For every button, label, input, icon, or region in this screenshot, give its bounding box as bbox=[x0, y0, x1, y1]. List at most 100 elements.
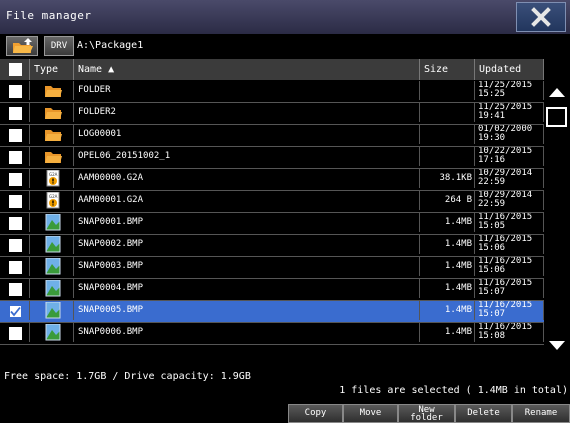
row-checkbox[interactable] bbox=[9, 151, 22, 164]
table-row[interactable]: SNAP0003.BMP 1.4MB 11/16/2015 15:06 bbox=[0, 257, 544, 279]
close-button[interactable] bbox=[516, 2, 566, 32]
delete-button[interactable]: Delete bbox=[455, 404, 512, 423]
bmp-file-icon bbox=[44, 279, 62, 297]
row-updated: 11/16/2015 15:08 bbox=[475, 323, 544, 342]
row-size bbox=[420, 125, 475, 144]
row-size bbox=[420, 103, 475, 122]
row-name: SNAP0005.BMP bbox=[74, 301, 420, 320]
select-all-checkbox[interactable] bbox=[9, 63, 22, 76]
header-name[interactable]: Name ▲ bbox=[74, 59, 420, 80]
header-updated[interactable]: Updated bbox=[475, 59, 544, 80]
row-type-cell bbox=[30, 323, 74, 342]
folder-icon bbox=[44, 82, 62, 99]
close-icon bbox=[531, 7, 551, 27]
table-row[interactable]: SNAP0001.BMP 1.4MB 11/16/2015 15:05 bbox=[0, 213, 544, 235]
svg-text:G2A: G2A bbox=[49, 194, 58, 199]
parent-folder-button[interactable] bbox=[6, 36, 38, 56]
arrow-up-icon bbox=[549, 88, 565, 97]
scroll-down-button[interactable] bbox=[545, 335, 569, 357]
row-checkbox[interactable] bbox=[9, 239, 22, 252]
row-checkbox[interactable] bbox=[9, 85, 22, 98]
row-name: FOLDER2 bbox=[74, 103, 420, 122]
row-select-cell[interactable] bbox=[0, 103, 30, 122]
table-row[interactable]: FOLDER2 11/25/2015 19:41 bbox=[0, 103, 544, 125]
bmp-file-icon bbox=[44, 235, 62, 253]
move-button[interactable]: Move bbox=[343, 404, 398, 423]
bmp-file-icon bbox=[44, 301, 62, 319]
row-select-cell[interactable] bbox=[0, 323, 30, 342]
row-name: AAM00001.G2A bbox=[74, 191, 420, 210]
table-row[interactable]: G2A AAM00000.G2A 38.1KB 10/29/2014 22:59 bbox=[0, 169, 544, 191]
row-checkbox[interactable] bbox=[9, 261, 22, 274]
row-type-cell: G2A bbox=[30, 191, 74, 210]
table-row[interactable]: SNAP0004.BMP 1.4MB 11/16/2015 15:07 bbox=[0, 279, 544, 301]
new-folder-label-line2: folder bbox=[410, 413, 443, 423]
rename-button[interactable]: Rename bbox=[512, 404, 570, 423]
table-row[interactable]: LOG00001 01/02/2000 19:30 bbox=[0, 125, 544, 147]
current-path: A:\Package1 bbox=[77, 40, 144, 51]
row-select-cell[interactable] bbox=[0, 257, 30, 276]
row-select-cell[interactable] bbox=[0, 279, 30, 298]
table-row[interactable]: SNAP0005.BMP 1.4MB 11/16/2015 15:07 bbox=[0, 301, 544, 323]
svg-text:G2A: G2A bbox=[49, 172, 58, 177]
row-select-cell[interactable] bbox=[0, 125, 30, 144]
row-updated: 11/25/2015 15:25 bbox=[475, 81, 544, 100]
row-name: OPEL06_20151002_1 bbox=[74, 147, 420, 166]
row-name: SNAP0003.BMP bbox=[74, 257, 420, 276]
row-updated: 10/29/2014 22:59 bbox=[475, 191, 544, 210]
free-space-status: Free space: 1.7GB / Drive capacity: 1.9G… bbox=[4, 371, 251, 382]
row-updated: 10/29/2014 22:59 bbox=[475, 169, 544, 188]
row-checkbox[interactable] bbox=[9, 107, 22, 120]
row-updated: 11/16/2015 15:07 bbox=[475, 279, 544, 298]
row-checkbox[interactable] bbox=[9, 195, 22, 208]
bmp-file-icon bbox=[44, 323, 62, 341]
copy-button[interactable]: Copy bbox=[288, 404, 343, 423]
table-row[interactable]: OPEL06_20151002_1 10/22/2015 17:16 bbox=[0, 147, 544, 169]
row-select-cell[interactable] bbox=[0, 235, 30, 254]
row-updated-time: 15:25 bbox=[478, 89, 506, 99]
row-updated-time: 17:16 bbox=[478, 155, 506, 165]
drive-button[interactable]: DRV bbox=[44, 36, 74, 56]
header-select-all[interactable] bbox=[0, 59, 30, 80]
row-type-cell: G2A bbox=[30, 169, 74, 188]
row-name: SNAP0006.BMP bbox=[74, 323, 420, 342]
row-checkbox[interactable] bbox=[9, 283, 22, 296]
header-type[interactable]: Type bbox=[30, 59, 74, 80]
new-folder-button[interactable]: New folder bbox=[398, 404, 455, 423]
row-select-cell[interactable] bbox=[0, 81, 30, 100]
row-select-cell[interactable] bbox=[0, 301, 30, 320]
row-size: 1.4MB bbox=[420, 323, 475, 342]
selection-status: 1 files are selected ( 1.4MB in total) bbox=[339, 385, 568, 396]
row-select-cell[interactable] bbox=[0, 191, 30, 210]
row-updated: 10/22/2015 17:16 bbox=[475, 147, 544, 166]
checkmark-icon bbox=[10, 306, 21, 317]
row-select-cell[interactable] bbox=[0, 213, 30, 232]
row-size: 38.1KB bbox=[420, 169, 475, 188]
row-select-cell[interactable] bbox=[0, 169, 30, 188]
g2a-file-icon: G2A bbox=[44, 169, 62, 187]
row-select-cell[interactable] bbox=[0, 147, 30, 166]
row-checkbox[interactable] bbox=[9, 217, 22, 230]
table-row[interactable]: FOLDER 11/25/2015 15:25 bbox=[0, 81, 544, 103]
scroll-thumb[interactable] bbox=[546, 107, 567, 127]
row-updated-time: 15:08 bbox=[478, 331, 506, 341]
folder-icon bbox=[44, 104, 62, 121]
row-checkbox[interactable] bbox=[9, 129, 22, 142]
row-checkbox[interactable] bbox=[9, 327, 22, 340]
row-type-cell bbox=[30, 257, 74, 276]
row-checkbox[interactable] bbox=[9, 305, 22, 318]
title-bar: File manager bbox=[0, 0, 570, 34]
row-type-cell bbox=[30, 81, 74, 100]
row-updated: 11/16/2015 15:05 bbox=[475, 213, 544, 232]
row-type-cell bbox=[30, 147, 74, 166]
row-type-cell bbox=[30, 213, 74, 232]
scroll-up-button[interactable] bbox=[545, 81, 569, 103]
row-checkbox[interactable] bbox=[9, 173, 22, 186]
row-size: 1.4MB bbox=[420, 213, 475, 232]
g2a-file-icon: G2A bbox=[44, 191, 62, 209]
folder-icon bbox=[44, 126, 62, 143]
table-row[interactable]: SNAP0002.BMP 1.4MB 11/16/2015 15:06 bbox=[0, 235, 544, 257]
table-row[interactable]: G2A AAM00001.G2A 264 B 10/29/2014 22:59 bbox=[0, 191, 544, 213]
header-size[interactable]: Size bbox=[420, 59, 475, 80]
table-row[interactable]: SNAP0006.BMP 1.4MB 11/16/2015 15:08 bbox=[0, 323, 544, 345]
